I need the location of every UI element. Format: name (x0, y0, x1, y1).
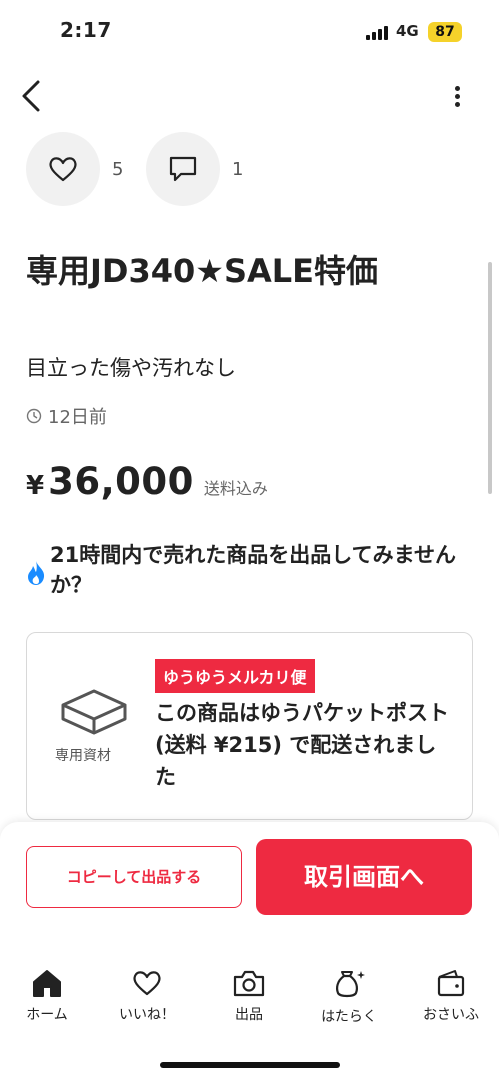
status-time: 2:17 (60, 18, 112, 42)
tab-work[interactable]: はたらく (309, 968, 389, 1026)
price-row: ¥ 36,000 送料込み (26, 460, 268, 503)
tab-wallet[interactable]: おさいふ (411, 968, 491, 1024)
flame-icon (28, 561, 45, 585)
action-bar: コピーして出品する 取引画面へ (0, 822, 499, 950)
clock-icon (26, 408, 42, 424)
like-button[interactable] (26, 132, 100, 206)
camera-icon (233, 970, 265, 997)
heart-icon (133, 971, 161, 996)
copy-and-list-button[interactable]: コピーして出品する (26, 846, 242, 908)
item-price: 36,000 (48, 460, 194, 503)
money-bag-icon (336, 971, 365, 998)
comment-count: 1 (232, 159, 244, 180)
tab-sell[interactable]: 出品 (209, 968, 289, 1024)
signal-icon (366, 26, 390, 40)
tab-label: ホーム (26, 1007, 68, 1023)
material-label: 専用資材 (55, 748, 111, 764)
shipping-badge: ゆうゆうメルカリ便 (155, 659, 315, 693)
tab-home[interactable]: ホーム (7, 968, 87, 1024)
tab-bar: ホーム いいね！ 出品 はたらく おさいふ (0, 950, 499, 1080)
network-type: 4G (396, 22, 419, 40)
posted-time: 12日前 (26, 403, 107, 429)
tab-label: 出品 (235, 1007, 263, 1023)
item-title: 専用JD340★SALE特価 (26, 252, 379, 290)
home-icon (33, 970, 61, 997)
heart-icon (49, 157, 77, 182)
shipping-description: この商品はゆうパケットポスト (送料 ¥215) で配送されました (155, 701, 449, 789)
posted-time-text: 12日前 (48, 407, 107, 428)
more-options-icon[interactable] (446, 80, 470, 112)
tab-label: おさいふ (423, 1007, 479, 1023)
tab-label: はたらく (321, 1009, 377, 1025)
chevron-left-icon (22, 80, 40, 112)
scrollbar[interactable] (488, 262, 492, 494)
status-bar: 2:17 4G 87 (0, 0, 499, 66)
go-to-transaction-button[interactable]: 取引画面へ (256, 839, 472, 915)
comment-icon (169, 156, 197, 182)
promo-banner: 21時間内で売れた商品を出品してみませんか？ (26, 540, 476, 600)
back-button[interactable] (14, 74, 54, 118)
currency-symbol: ¥ (26, 471, 45, 501)
wallet-icon (437, 970, 465, 997)
promo-text: 21時間内で売れた商品を出品してみませんか？ (50, 543, 456, 597)
tab-likes[interactable]: いいね！ (107, 968, 187, 1024)
tab-label: いいね！ (119, 1007, 175, 1023)
battery-icon: 87 (428, 22, 462, 42)
comment-button[interactable] (146, 132, 220, 206)
package-icon (61, 689, 127, 735)
shipping-included-label: 送料込み (203, 479, 268, 498)
like-count: 5 (112, 159, 124, 180)
home-indicator (160, 1062, 340, 1068)
item-condition: 目立った傷や汚れなし (26, 356, 236, 380)
shipping-method-card: 専用資材 ゆうゆうメルカリ便 この商品はゆうパケットポスト (送料 ¥215) … (26, 632, 473, 820)
